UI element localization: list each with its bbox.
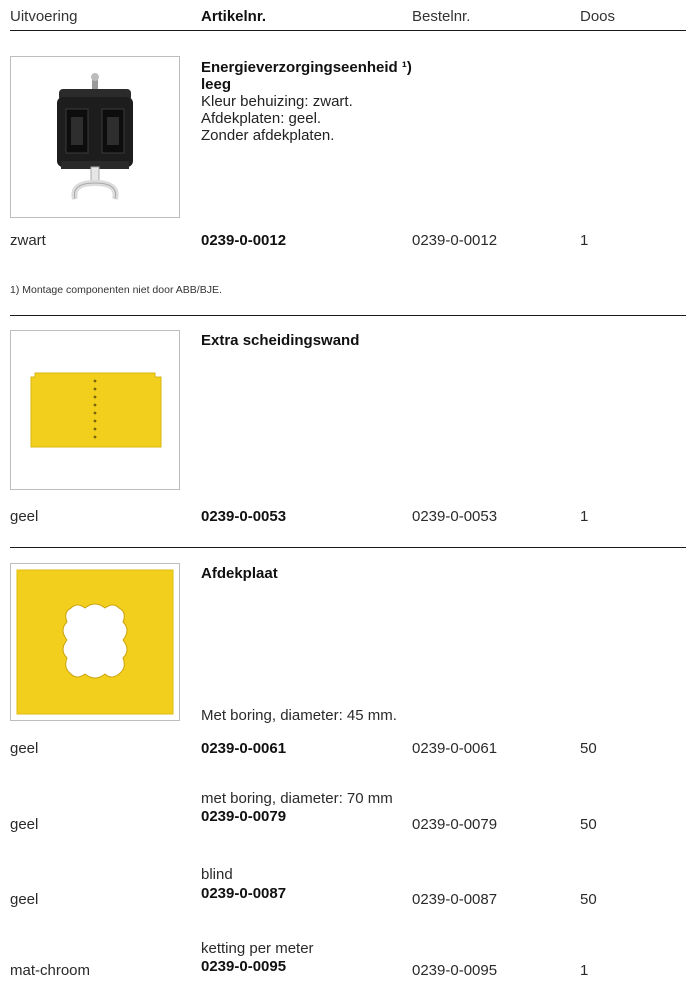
col-header-doos: Doos [580,8,616,25]
variant-desc: blind [201,866,233,883]
col-header-artikelnr: Artikelnr. [201,8,267,25]
product-title-partition: Extra scheidingswand [201,332,360,349]
row-artikelnr: 0239-0-0061 [201,740,287,757]
row-artikelnr: 0239-0-0087 [201,885,287,902]
footnote: 1) Montage componenten niet door ABB/BJE… [10,284,222,296]
product-title-energy-unit: Energieverzorgingseenheid ¹) [201,59,412,76]
row-bestelnr: 0239-0-0095 [412,962,498,979]
row-doos: 50 [580,891,597,908]
row-uitvoering: zwart [10,232,46,249]
row-bestelnr: 0239-0-0053 [412,508,498,525]
row-doos: 1 [580,962,589,979]
product-desc-line: Zonder afdekplaten. [201,127,335,144]
row-artikelnr: 0239-0-0053 [201,508,287,525]
product-desc-line: Kleur behuizing: zwart. [201,93,353,110]
product-image-cover-plate [10,563,180,721]
product-desc-line: Afdekplaten: geel. [201,110,322,127]
section-rule [10,547,686,548]
col-header-uitvoering: Uitvoering [10,8,78,25]
row-doos: 1 [580,508,589,525]
row-artikelnr: 0239-0-0079 [201,808,287,825]
row-uitvoering: mat-chroom [10,962,91,979]
variant-desc: met boring, diameter: 70 mm [201,790,393,807]
product-image-energy-unit [10,56,180,218]
variant-desc: ketting per meter [201,940,314,957]
variant-desc: Met boring, diameter: 45 mm. [201,707,397,724]
row-doos: 50 [580,816,597,833]
col-header-bestelnr: Bestelnr. [412,8,471,25]
product-subtitle-leeg: leeg [201,76,232,93]
section-rule [10,315,686,316]
product-title-cover-plate: Afdekplaat [201,565,278,582]
row-doos: 50 [580,740,597,757]
row-uitvoering: geel [10,740,39,757]
row-bestelnr: 0239-0-0079 [412,816,498,833]
row-artikelnr: 0239-0-0095 [201,958,287,975]
row-artikelnr: 0239-0-0012 [201,232,287,249]
row-doos: 1 [580,232,589,249]
cover-plate-image [16,569,174,715]
partition-wall-image [30,372,162,448]
row-uitvoering: geel [10,891,39,908]
header-rule [10,30,686,31]
row-uitvoering: geel [10,508,39,525]
row-bestelnr: 0239-0-0087 [412,891,498,908]
row-bestelnr: 0239-0-0061 [412,740,498,757]
product-image-partition [10,330,180,490]
row-bestelnr: 0239-0-0012 [412,232,498,249]
energy-unit-image [57,73,133,200]
row-uitvoering: geel [10,816,39,833]
